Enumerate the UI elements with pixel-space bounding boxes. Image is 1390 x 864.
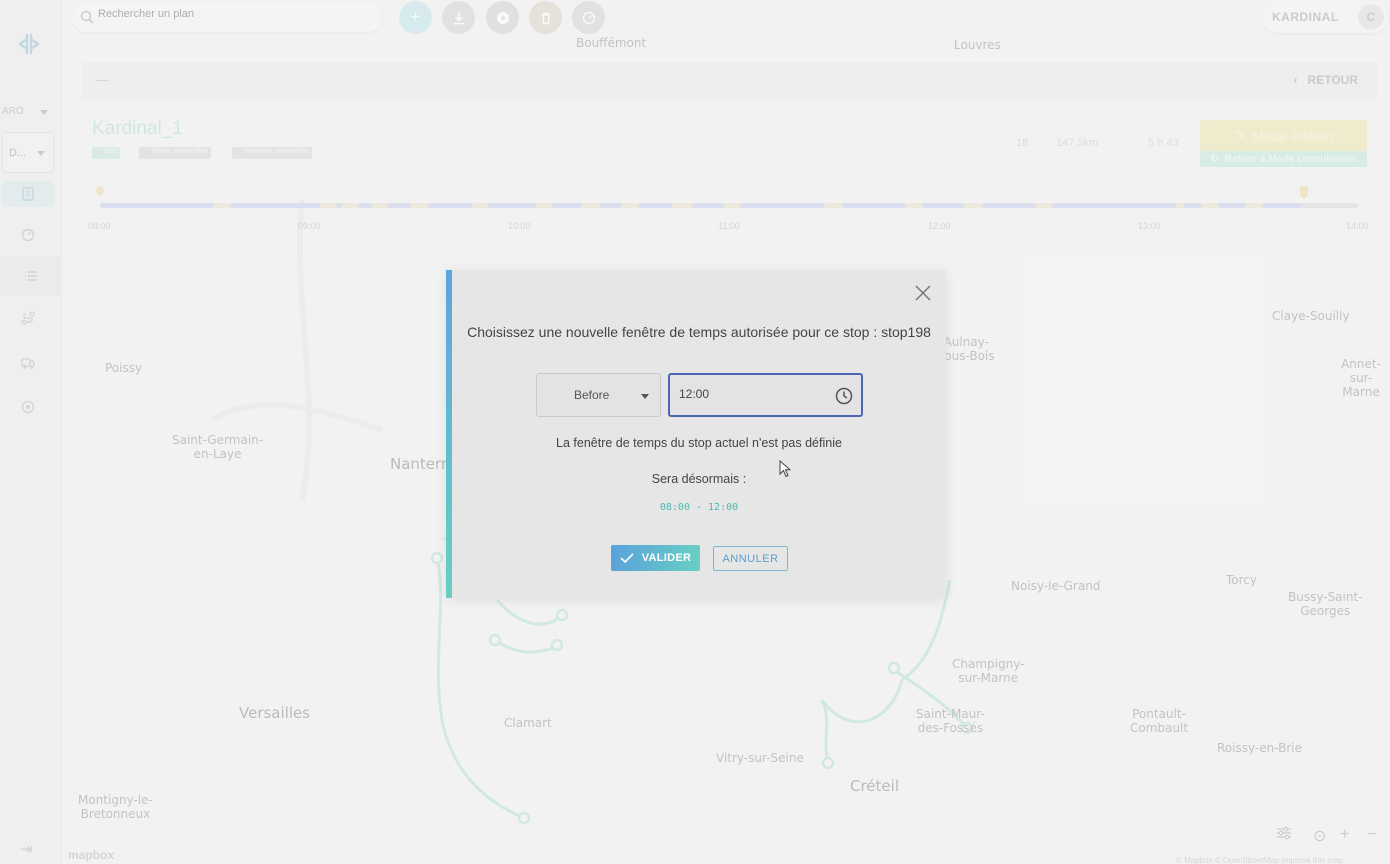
time-mode-select[interactable]: Before [536,373,661,417]
close-icon[interactable] [914,284,932,302]
time-field[interactable] [668,373,863,417]
dialog-title: Choisissez une nouvelle fenêtre de temps… [467,324,931,340]
chevron-down-icon [641,394,649,399]
confirm-button[interactable]: VALIDER [611,545,700,571]
check-icon [620,553,634,563]
mouse-cursor-icon [779,460,791,478]
time-window-dialog: Choisissez une nouvelle fenêtre de temps… [446,270,946,598]
dialog-accent-bar [446,270,452,598]
new-window-label: Sera désormais : [651,472,747,486]
time-input[interactable] [679,387,819,401]
current-window-info: La fenêtre de temps du stop actuel n'est… [556,436,842,450]
clock-icon[interactable] [835,387,853,405]
cancel-button[interactable]: ANNULER [713,546,788,571]
new-window-range: 08:00 - 12:00 [659,502,739,513]
time-mode-value: Before [574,388,610,402]
